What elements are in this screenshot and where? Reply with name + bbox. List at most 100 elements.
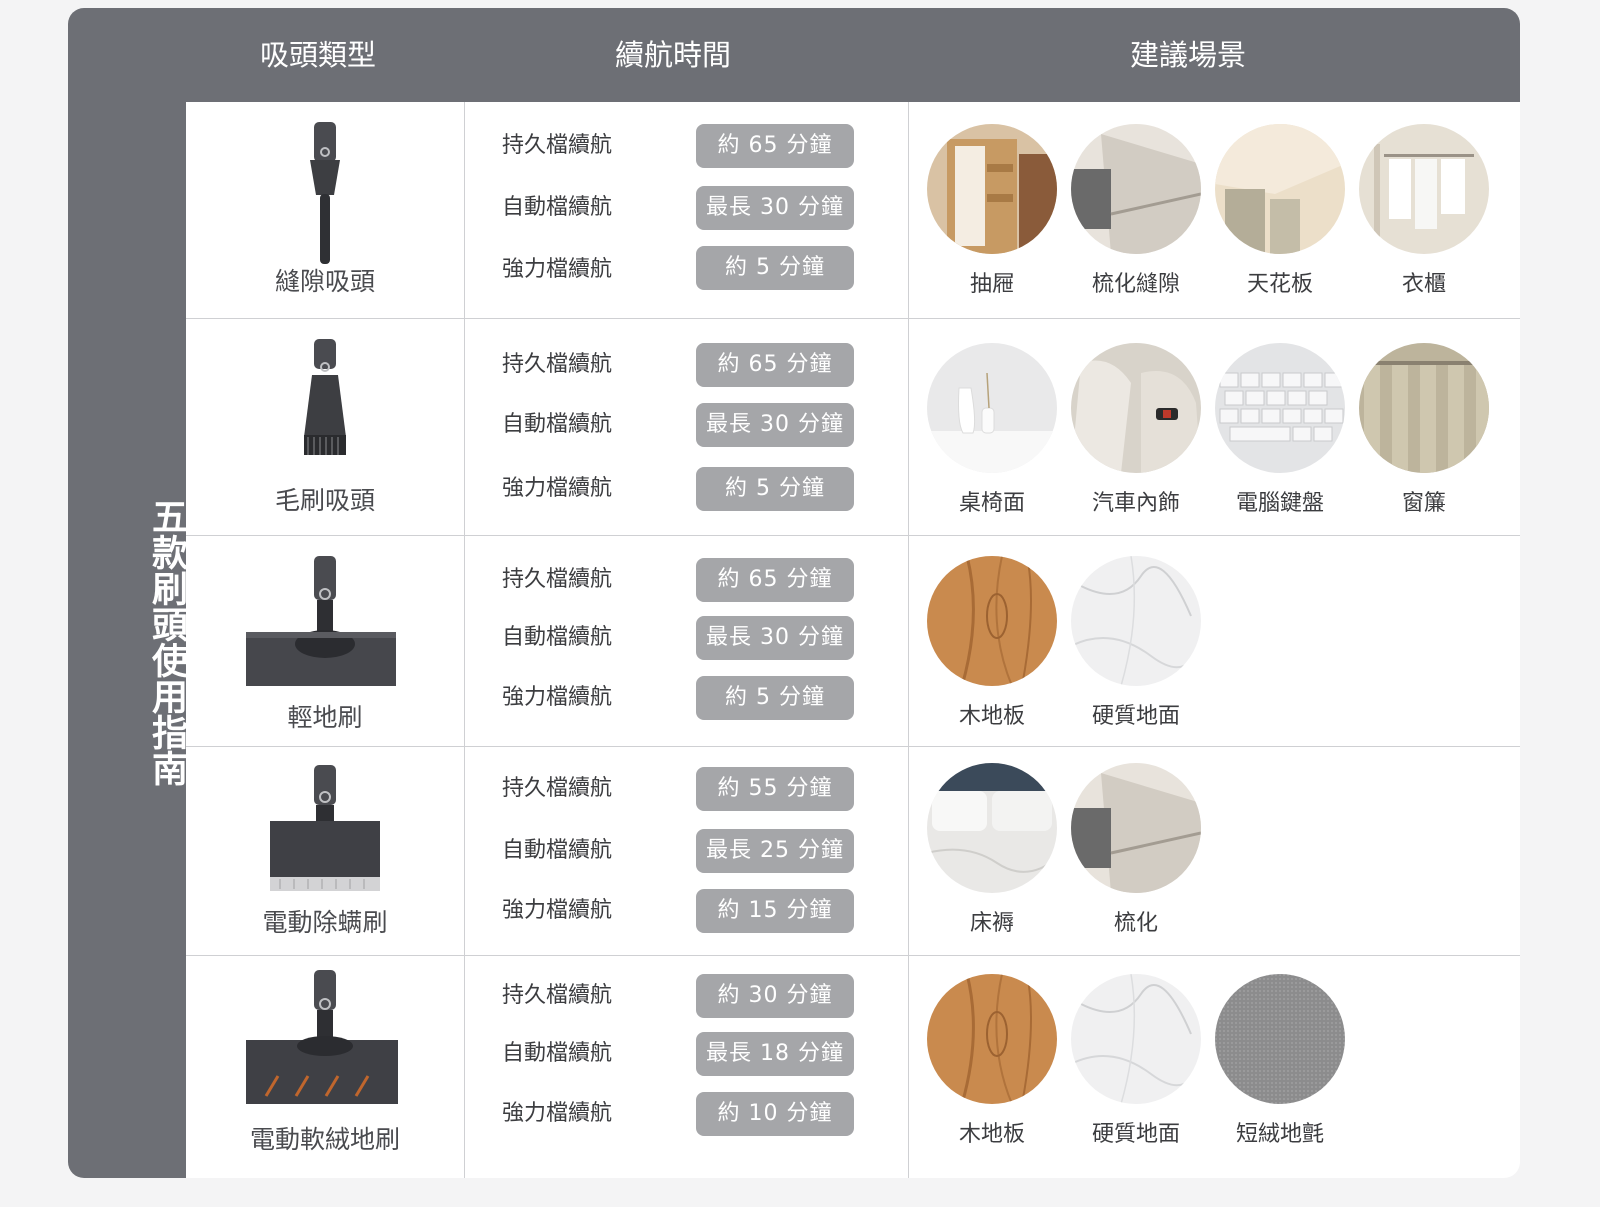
run-mode-label: 強力檔續航 <box>502 476 613 501</box>
scene-label: 天花板 <box>1246 272 1313 297</box>
scene-item: 電腦鍵盤 <box>1210 343 1350 517</box>
table-row: 毛刷吸頭 持久檔續航 約 65 分鐘 自動檔續航 最長 30 分鐘 強力檔續航 … <box>186 319 1520 536</box>
sidebar: 五款刷頭使用指南 <box>68 102 187 1178</box>
curtain-photo-icon <box>1359 343 1489 473</box>
run-mode-label: 持久檔續航 <box>502 776 613 801</box>
table-body: 縫隙吸頭 持久檔續航 約 65 分鐘 自動檔續航 最長 30 分鐘 強力檔續航 … <box>186 102 1520 1178</box>
table-row: 輕地刷 持久檔續航 約 65 分鐘 自動檔續航 最長 30 分鐘 強力檔續航 約… <box>186 536 1520 747</box>
brush-cell: 毛刷吸頭 <box>186 319 464 535</box>
brush-cell: 電動軟絨地刷 <box>186 956 464 1178</box>
sofa-gap-photo-icon <box>1071 124 1201 254</box>
scenes-cell: 木地板 硬質地面 <box>908 536 1520 746</box>
runtime-pill: 約 5 分鐘 <box>696 467 854 511</box>
runtime-pill: 最長 18 分鐘 <box>696 1032 854 1076</box>
scenes-cell: 床褥 梳化 <box>908 747 1520 955</box>
scene-label: 梳化縫隙 <box>1091 272 1180 297</box>
scene-item: 木地板 <box>922 556 1062 730</box>
runtime-pill: 最長 30 分鐘 <box>696 403 854 447</box>
crevice-nozzle-icon <box>310 122 340 264</box>
scene-label: 衣櫃 <box>1401 272 1446 297</box>
scene-item: 木地板 <box>922 974 1062 1148</box>
run-mode-label: 強力檔續航 <box>502 898 613 923</box>
sidebar-title: 五款刷頭使用指南 <box>146 498 187 786</box>
brush-name: 毛刷吸頭 <box>274 486 375 515</box>
scene-item: 抽屜 <box>922 124 1062 298</box>
run-mode-label: 強力檔續航 <box>502 1101 613 1126</box>
header-scenes: 建議場景 <box>1129 38 1246 72</box>
run-mode-label: 自動檔續航 <box>502 838 613 863</box>
scene-label: 短絨地氈 <box>1235 1122 1324 1147</box>
soft-roller-brush-icon <box>246 970 398 1104</box>
scene-label: 汽車內飾 <box>1091 491 1180 516</box>
scene-label: 桌椅面 <box>958 491 1025 516</box>
run-mode-label: 強力檔續航 <box>502 257 613 282</box>
ceiling-photo-icon <box>1215 124 1345 254</box>
run-mode-label: 持久檔續航 <box>502 352 613 377</box>
scene-label: 床褥 <box>969 911 1014 936</box>
scene-item: 桌椅面 <box>922 343 1062 517</box>
table-row: 縫隙吸頭 持久檔續航 約 65 分鐘 自動檔續航 最長 30 分鐘 強力檔續航 … <box>186 102 1520 319</box>
runtime-pill: 約 30 分鐘 <box>696 974 854 1018</box>
wardrobe-photo-icon <box>1359 124 1489 254</box>
scene-label: 硬質地面 <box>1091 704 1180 729</box>
brush-cell: 輕地刷 <box>186 536 464 746</box>
brush-name: 電動除螨刷 <box>262 908 388 937</box>
runtime-cell: 持久檔續航 約 65 分鐘 自動檔續航 最長 30 分鐘 強力檔續航 約 5 分… <box>464 319 908 535</box>
header-runtime: 續航時間 <box>614 38 731 72</box>
scene-label: 木地板 <box>958 1122 1025 1147</box>
run-mode-label: 持久檔續航 <box>502 133 613 158</box>
scene-label: 木地板 <box>958 704 1025 729</box>
scene-item: 短絨地氈 <box>1210 974 1350 1148</box>
brush-nozzle-icon <box>304 339 346 455</box>
anti-mite-brush-icon <box>270 765 380 891</box>
runtime-pill: 約 5 分鐘 <box>696 246 854 290</box>
table-header: 吸頭類型 續航時間 建議場景 <box>68 8 1520 102</box>
run-mode-label: 強力檔續航 <box>502 685 613 710</box>
scene-label: 硬質地面 <box>1091 1122 1180 1147</box>
scene-item: 床褥 <box>922 763 1062 937</box>
run-mode-label: 持久檔續航 <box>502 983 613 1008</box>
table-row: 電動軟絨地刷 持久檔續航 約 30 分鐘 自動檔續航 最長 18 分鐘 強力檔續… <box>186 956 1520 1178</box>
runtime-pill: 約 55 分鐘 <box>696 767 854 811</box>
hard-floor-photo-icon <box>1071 974 1201 1104</box>
car-interior-photo-icon <box>1071 343 1201 473</box>
runtime-pill: 最長 25 分鐘 <box>696 829 854 873</box>
scene-label: 梳化 <box>1113 911 1158 936</box>
light-floor-brush-icon <box>246 556 396 686</box>
column-divider <box>908 102 909 1178</box>
run-mode-label: 持久檔續航 <box>502 567 613 592</box>
scenes-cell: 木地板 硬質地面 <box>908 956 1520 1178</box>
runtime-cell: 持久檔續航 約 55 分鐘 自動檔續航 最長 25 分鐘 強力檔續航 約 15 … <box>464 747 908 955</box>
run-mode-label: 自動檔續航 <box>502 195 613 220</box>
runtime-cell: 持久檔續航 約 65 分鐘 自動檔續航 最長 30 分鐘 強力檔續航 約 5 分… <box>464 536 908 746</box>
wood-floor-photo-icon <box>927 556 1057 686</box>
mattress-photo-icon <box>927 763 1057 893</box>
scenes-cell: 桌椅面 汽車內飾 電腦鍵盤 窗簾 <box>908 319 1520 535</box>
runtime-pill: 約 15 分鐘 <box>696 889 854 933</box>
scenes-cell: 抽屜 梳化縫隙 天花板 衣櫃 <box>908 102 1520 318</box>
sofa-photo-icon <box>1071 763 1201 893</box>
keyboard-photo-icon <box>1215 343 1345 473</box>
scene-item: 梳化 <box>1066 763 1206 937</box>
runtime-pill: 最長 30 分鐘 <box>696 616 854 660</box>
runtime-pill: 約 65 分鐘 <box>696 558 854 602</box>
column-divider <box>464 102 465 1178</box>
hard-floor-photo-icon <box>1071 556 1201 686</box>
wood-floor-photo-icon <box>927 974 1057 1104</box>
scene-item: 天花板 <box>1210 124 1350 298</box>
runtime-pill: 約 65 分鐘 <box>696 124 854 168</box>
runtime-pill: 約 10 分鐘 <box>696 1092 854 1136</box>
run-mode-label: 自動檔續航 <box>502 412 613 437</box>
guide-card: 吸頭類型 續航時間 建議場景 五款刷頭使用指南 縫隙吸頭 持久檔續航 約 65 … <box>68 8 1520 1178</box>
brush-name: 輕地刷 <box>287 703 363 732</box>
brush-cell: 電動除螨刷 <box>186 747 464 955</box>
run-mode-label: 自動檔續航 <box>502 1041 613 1066</box>
runtime-cell: 持久檔續航 約 30 分鐘 自動檔續航 最長 18 分鐘 強力檔續航 約 10 … <box>464 956 908 1178</box>
header-brush-type: 吸頭類型 <box>259 38 376 72</box>
brush-name: 電動軟絨地刷 <box>249 1125 400 1154</box>
scene-item: 硬質地面 <box>1066 556 1206 730</box>
table-row: 電動除螨刷 持久檔續航 約 55 分鐘 自動檔續航 最長 25 分鐘 強力檔續航… <box>186 747 1520 956</box>
scene-label: 窗簾 <box>1401 491 1446 516</box>
runtime-cell: 持久檔續航 約 65 分鐘 自動檔續航 最長 30 分鐘 強力檔續航 約 5 分… <box>464 102 908 318</box>
scene-item: 梳化縫隙 <box>1066 124 1206 298</box>
